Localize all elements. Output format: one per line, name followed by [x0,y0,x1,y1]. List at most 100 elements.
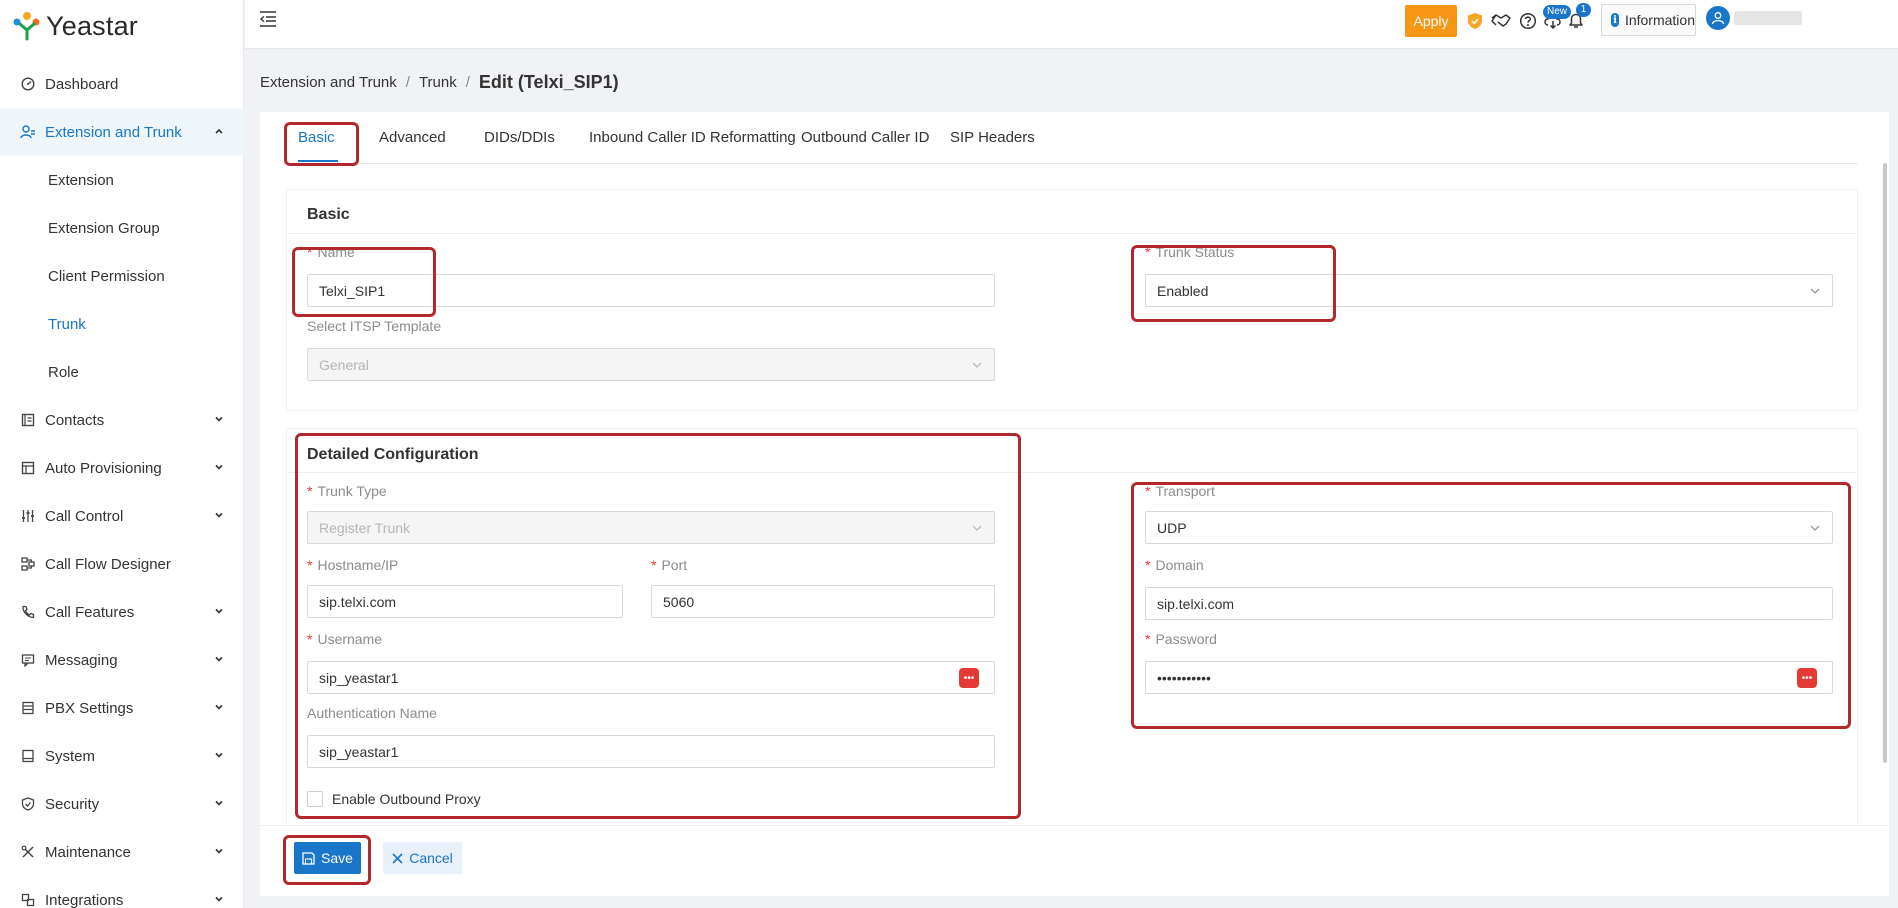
transport-select[interactable]: UDP [1145,511,1833,544]
sidebar-item-security[interactable]: Security [0,780,244,828]
itsp-template-value: General [319,356,369,373]
basic-section: Basic * Name Telxi_SIP1 * Trunk Status Ena… [286,189,1858,411]
username-input[interactable]: sip_yeastar1 ••• [307,661,995,694]
password-input[interactable]: ••••••••••• ••• [1145,661,1833,694]
enable-outbound-proxy-checkbox[interactable] [307,791,323,807]
sidebar-item-label: System [45,747,96,765]
yeastar-logo[interactable]: Yeastar [12,8,138,44]
transport-value: UDP [1157,519,1187,536]
active-tab-indicator [298,160,338,162]
sidebar-item-pbx-settings[interactable]: PBX Settings [0,684,244,732]
port-input[interactable]: 5060 [651,585,995,618]
monitor-icon [20,748,36,764]
sidebar-item-extension-and-trunk[interactable]: Extension and Trunk [0,108,244,156]
sidebar-item-call-features[interactable]: Call Features [0,588,244,636]
chevron-down-icon [1810,525,1820,531]
scrollbar[interactable] [1883,163,1887,763]
sidebar-subitem-role[interactable]: Role [0,348,244,396]
trunk-status-value: Enabled [1157,282,1209,299]
password-value: ••••••••••• [1157,669,1211,686]
tab-dids-ddis[interactable]: DIDs/DDIs [484,129,555,146]
sidebar-item-label: Call Control [45,507,124,525]
chevron-down-icon [215,512,223,518]
authentication-name-input[interactable]: sip_yeastar1 [307,735,995,768]
domain-input[interactable]: sip.telxi.com [1145,587,1833,620]
sidebar-item-label: PBX Settings [45,699,134,717]
trunk-type-select: Register Trunk [307,511,995,544]
cancel-button[interactable]: Cancel [383,842,462,874]
tab-advanced[interactable]: Advanced [379,129,446,146]
sidebar-subitem-client-permission[interactable]: Client Permission [0,252,244,300]
save-button[interactable]: Save [294,842,361,874]
itsp-template-label: Select ITSP Template [307,318,442,334]
chevron-down-icon [215,848,223,854]
sidebar-item-messaging[interactable]: Messaging [0,636,244,684]
trunk-status-select[interactable]: Enabled [1145,274,1833,307]
help-icon[interactable] [1517,10,1539,32]
trunk-status-label: * Trunk Status [1145,244,1235,260]
detailed-configuration-title: Detailed Configuration [307,446,479,463]
chevron-down-icon [215,896,223,902]
chevron-down-icon [215,464,223,470]
username-value: sip_yeastar1 [319,669,399,686]
sidebar-subitem-extension[interactable]: Extension [0,156,244,204]
tab-basic[interactable]: Basic [298,129,335,146]
sidebar-nav: Dashboard Extension and Trunk Extension … [0,60,244,908]
info-icon: i [1611,13,1619,27]
sidebar-item-label: Security [45,795,100,813]
chevron-down-icon [215,704,223,710]
form-footer: Save Cancel [260,825,1889,896]
page-title: Edit (Telxi_SIP1) [478,72,619,92]
logo-text: Yeastar [46,10,138,41]
shield-icon [20,796,36,812]
tab-sip-headers[interactable]: SIP Headers [950,129,1035,146]
integrations-icon [20,892,36,908]
password-manager-icon[interactable]: ••• [1797,668,1817,688]
name-input[interactable]: Telxi_SIP1 [307,274,995,307]
trunk-type-value: Register Trunk [319,519,411,536]
close-icon [392,852,403,864]
sidebar-item-system[interactable]: System [0,732,244,780]
sidebar-item-label: Contacts [45,411,105,429]
sidebar-item-integrations[interactable]: Integrations [0,876,244,908]
itsp-template-select: General [307,348,995,381]
hostname-input[interactable]: sip.telxi.com [307,585,623,618]
sidebar: Yeastar Dashboard Extension and Trunk Ex… [0,0,244,908]
name-label: * Name [307,244,355,260]
sidebar-item-dashboard[interactable]: Dashboard [0,60,244,108]
breadcrumb: Extension and Trunk / Trunk / Edit (Telx… [260,72,619,93]
handshake-icon[interactable] [1490,10,1512,32]
username-label: * Username [307,631,383,647]
username-redacted[interactable] [1734,11,1802,25]
apply-button[interactable]: Apply [1405,5,1457,37]
enable-outbound-proxy-row[interactable]: Enable Outbound Proxy [307,791,481,807]
tab-inbound-caller-id-reformatting[interactable]: Inbound Caller ID Reformatting [589,129,796,146]
sidebar-item-call-flow-designer[interactable]: Call Flow Designer [0,540,244,588]
tab-outbound-caller-id[interactable]: Outbound Caller ID [801,129,929,146]
security-badge-icon[interactable] [1464,10,1486,32]
contacts-icon [20,412,36,428]
password-manager-icon[interactable]: ••• [959,668,979,688]
authentication-name-label: Authentication Name [307,705,437,721]
chevron-down-icon [972,362,982,368]
menu-collapse-icon[interactable] [259,10,279,28]
sidebar-item-auto-provisioning[interactable]: Auto Provisioning [0,444,244,492]
enable-outbound-proxy-label: Enable Outbound Proxy [332,791,481,807]
sidebar-item-call-control[interactable]: Call Control [0,492,244,540]
breadcrumb-extension-and-trunk[interactable]: Extension and Trunk [260,74,397,91]
avatar[interactable] [1706,6,1730,30]
notification-count-badge: 1 [1576,3,1591,17]
sidebar-item-maintenance[interactable]: Maintenance [0,828,244,876]
sidebar-item-contacts[interactable]: Contacts [0,396,244,444]
information-button[interactable]: i Information [1601,4,1696,36]
sidebar-subitem-extension-group[interactable]: Extension Group [0,204,244,252]
tools-icon [20,844,36,860]
breadcrumb-separator: / [405,74,410,91]
sidebar-subitem-trunk[interactable]: Trunk [0,300,244,348]
sidebar-item-label: Messaging [45,651,118,669]
settings-icon [20,700,36,716]
sidebar-item-label: Auto Provisioning [45,459,162,477]
breadcrumb-trunk[interactable]: Trunk [419,74,457,91]
message-icon [20,652,36,668]
users-icon [20,124,36,140]
